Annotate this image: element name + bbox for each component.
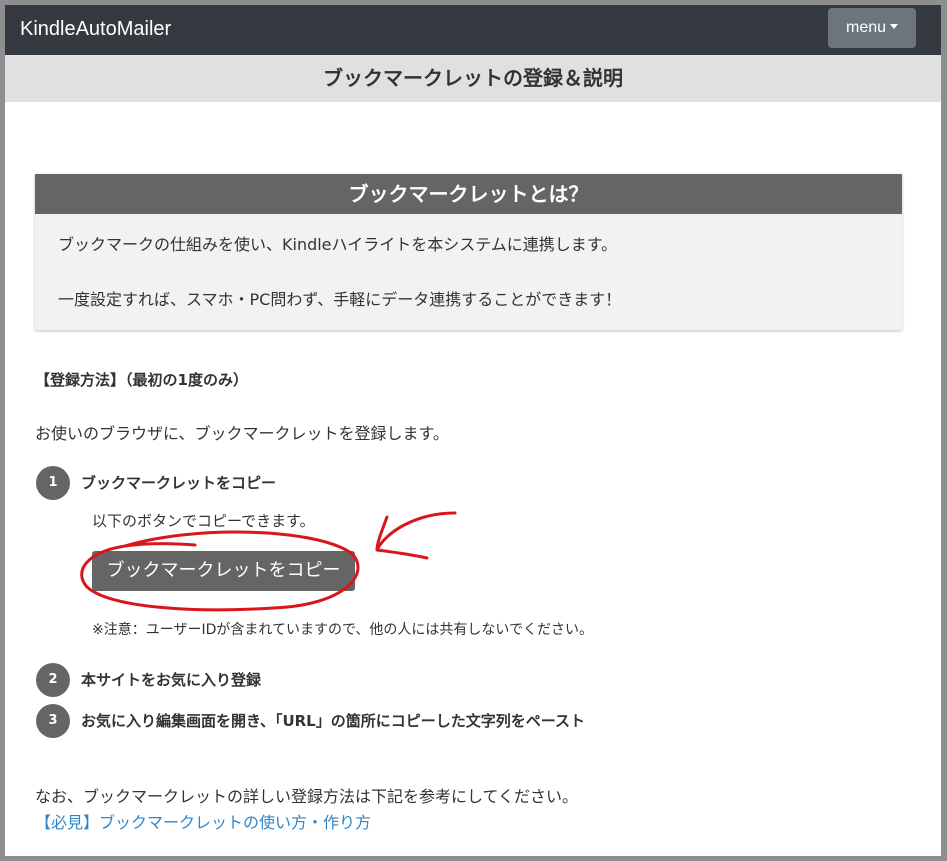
pointer-arrow-icon <box>375 511 457 560</box>
red-annotation <box>80 511 457 612</box>
highlight-circle <box>80 530 360 612</box>
app-window: KindleAutoMailer menu ブックマークレットの登録＆説明 ブッ… <box>5 5 941 856</box>
